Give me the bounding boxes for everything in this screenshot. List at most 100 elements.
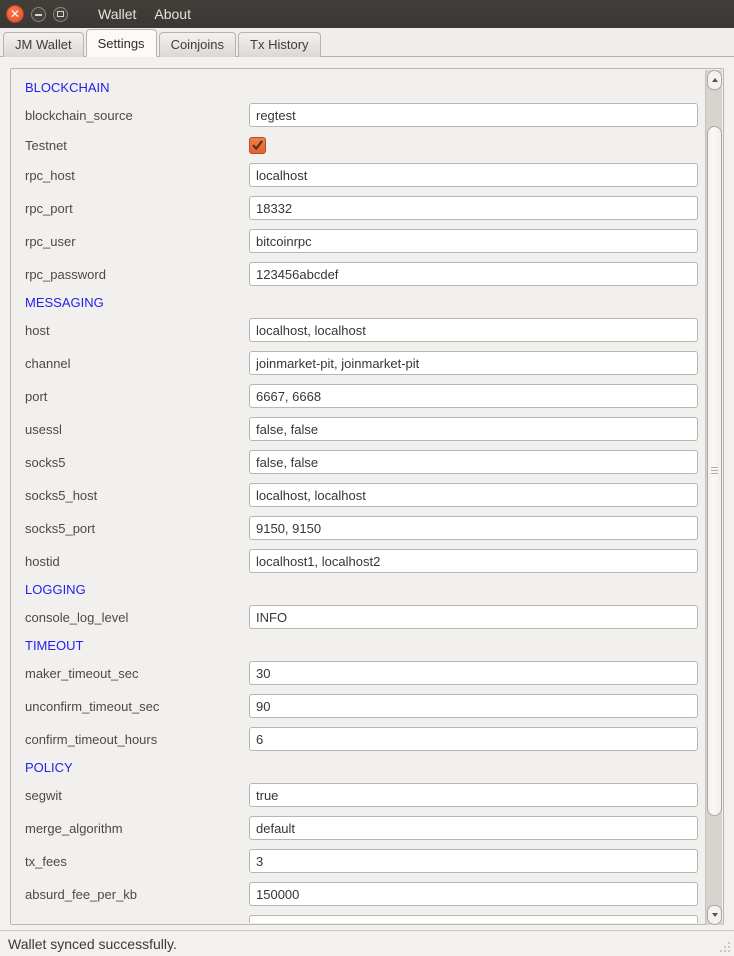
socks5-port-input[interactable] xyxy=(249,516,698,540)
field-label: tx_fees xyxy=(25,854,249,869)
form-row: segwit xyxy=(25,783,704,807)
hostid-input[interactable] xyxy=(249,549,698,573)
rpc-port-input[interactable] xyxy=(249,196,698,220)
next-row-input[interactable] xyxy=(249,915,698,923)
maker-timeout-sec-input[interactable] xyxy=(249,661,698,685)
form-row: usessl xyxy=(25,417,704,441)
form-row: channel xyxy=(25,351,704,375)
port-input[interactable] xyxy=(249,384,698,408)
tab-bar: JM WalletSettingsCoinjoinsTx History xyxy=(0,28,734,57)
field-label: host xyxy=(25,323,249,338)
field-label: hostid xyxy=(25,554,249,569)
form-row: merge_algorithm xyxy=(25,816,704,840)
menu-about[interactable]: About xyxy=(150,4,195,24)
section-header-messaging: MESSAGING xyxy=(25,295,704,310)
field-label: confirm_timeout_hours xyxy=(25,732,249,747)
statusbar: Wallet synced successfully. xyxy=(0,930,734,956)
field-label: absurd_fee_per_kb xyxy=(25,887,249,902)
resize-grip-icon[interactable] xyxy=(718,940,732,954)
field-label: segwit xyxy=(25,788,249,803)
window-controls: ✕ xyxy=(0,5,68,23)
status-message: Wallet synced successfully. xyxy=(0,936,177,952)
scrollbar-thumb[interactable] xyxy=(707,126,722,816)
tab-pane: BLOCKCHAIN blockchain_source Testnet rpc_ho… xyxy=(0,57,734,930)
tab-jm-wallet[interactable]: JM Wallet xyxy=(3,32,84,57)
field-label: usessl xyxy=(25,422,249,437)
form-row: socks5 xyxy=(25,450,704,474)
socks5-host-input[interactable] xyxy=(249,483,698,507)
merge-algorithm-input[interactable] xyxy=(249,816,698,840)
scrollbar-grip xyxy=(711,467,718,476)
form-row: socks5_host xyxy=(25,483,704,507)
unconfirm-timeout-sec-input[interactable] xyxy=(249,694,698,718)
field-label: rpc_port xyxy=(25,201,249,216)
field-label: rpc_password xyxy=(25,267,249,282)
blockchain-source-input[interactable] xyxy=(249,103,698,127)
menubar: Wallet About xyxy=(94,4,195,24)
console-log-level-input[interactable] xyxy=(249,605,698,629)
scroll-down-button[interactable] xyxy=(707,905,722,925)
form-row: host xyxy=(25,318,704,342)
form-row: Testnet xyxy=(25,136,704,154)
field-label: socks5_host xyxy=(25,488,249,503)
form-row: absurd_fee_per_kb xyxy=(25,882,704,906)
form-row: blockchain_source xyxy=(25,103,704,127)
rpc-host-input[interactable] xyxy=(249,163,698,187)
testnet-checkbox[interactable] xyxy=(249,137,266,154)
form-row: rpc_password xyxy=(25,262,704,286)
field-label: blockchain_source xyxy=(25,108,249,123)
form-row: socks5_port xyxy=(25,516,704,540)
vertical-scrollbar[interactable] xyxy=(705,70,722,925)
close-icon[interactable]: ✕ xyxy=(6,5,24,23)
field-label: rpc_host xyxy=(25,168,249,183)
form-row xyxy=(25,915,704,923)
arrow-up-icon xyxy=(712,78,718,82)
confirm-timeout-hours-input[interactable] xyxy=(249,727,698,751)
scroll-up-button[interactable] xyxy=(707,70,722,90)
field-label: unconfirm_timeout_sec xyxy=(25,699,249,714)
absurd-fee-per-kb-input[interactable] xyxy=(249,882,698,906)
segwit-input[interactable] xyxy=(249,783,698,807)
channel-input[interactable] xyxy=(249,351,698,375)
titlebar: ✕ Wallet About xyxy=(0,0,734,28)
arrow-down-icon xyxy=(712,913,718,917)
section-header-blockchain: BLOCKCHAIN xyxy=(25,80,704,95)
host-input[interactable] xyxy=(249,318,698,342)
form-row: hostid xyxy=(25,549,704,573)
form-row: confirm_timeout_hours xyxy=(25,727,704,751)
field-label: channel xyxy=(25,356,249,371)
field-label: socks5_port xyxy=(25,521,249,536)
section-header-policy: POLICY xyxy=(25,760,704,775)
form-row: rpc_port xyxy=(25,196,704,220)
rpc-password-input[interactable] xyxy=(249,262,698,286)
field-label: socks5 xyxy=(25,455,249,470)
tab-settings[interactable]: Settings xyxy=(86,29,157,57)
field-label: maker_timeout_sec xyxy=(25,666,249,681)
settings-form: BLOCKCHAIN blockchain_source Testnet rpc_ho… xyxy=(12,70,704,923)
field-label: console_log_level xyxy=(25,610,249,625)
section-header-logging: LOGGING xyxy=(25,582,704,597)
field-label: Testnet xyxy=(25,138,249,153)
field-label: merge_algorithm xyxy=(25,821,249,836)
tab-tx-history[interactable]: Tx History xyxy=(238,32,321,57)
rpc-user-input[interactable] xyxy=(249,229,698,253)
settings-scrollarea: BLOCKCHAIN blockchain_source Testnet rpc_ho… xyxy=(10,68,724,925)
form-row: tx_fees xyxy=(25,849,704,873)
form-row: rpc_user xyxy=(25,229,704,253)
minimize-icon[interactable] xyxy=(31,7,46,22)
field-label: rpc_user xyxy=(25,234,249,249)
menu-wallet[interactable]: Wallet xyxy=(94,4,140,24)
tab-coinjoins[interactable]: Coinjoins xyxy=(159,32,236,57)
tx-fees-input[interactable] xyxy=(249,849,698,873)
maximize-icon[interactable] xyxy=(53,7,68,22)
app-window: ✕ Wallet About JM WalletSettingsCoinjoin… xyxy=(0,0,734,956)
form-row: unconfirm_timeout_sec xyxy=(25,694,704,718)
form-row: console_log_level xyxy=(25,605,704,629)
field-label: port xyxy=(25,389,249,404)
form-row: rpc_host xyxy=(25,163,704,187)
form-row: port xyxy=(25,384,704,408)
usessl-input[interactable] xyxy=(249,417,698,441)
form-row: maker_timeout_sec xyxy=(25,661,704,685)
section-header-timeout: TIMEOUT xyxy=(25,638,704,653)
socks5-input[interactable] xyxy=(249,450,698,474)
